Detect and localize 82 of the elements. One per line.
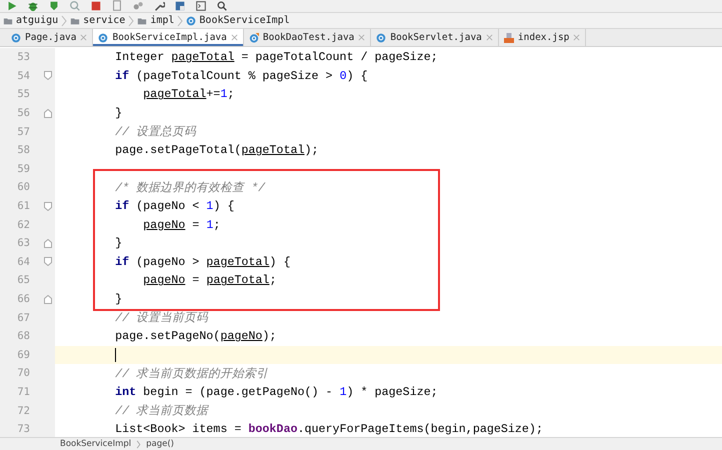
wrench-icon[interactable] bbox=[153, 0, 165, 12]
folder-icon bbox=[137, 16, 148, 26]
code-line: } bbox=[114, 292, 122, 306]
chevron-icon bbox=[177, 14, 184, 26]
line-number: 61 bbox=[16, 200, 30, 212]
file-tab[interactable]: BookServlet.java bbox=[371, 29, 499, 46]
code-line: int begin = (page.getPageNo() - 1) * pageSize; bbox=[114, 384, 438, 399]
file-tab[interactable]: index.jsp bbox=[498, 29, 586, 46]
line-number: 59 bbox=[16, 162, 30, 175]
search-icon[interactable] bbox=[216, 0, 228, 12]
code-line: // 求当前页数据 bbox=[114, 403, 208, 418]
code-line: } bbox=[114, 236, 122, 250]
breadcrumb-item[interactable]: page() bbox=[146, 439, 174, 449]
breadcrumb-item[interactable]: BookServiceImpl bbox=[183, 15, 293, 26]
file-tab[interactable]: BookDaoTest.java bbox=[244, 29, 372, 46]
line-number: 62 bbox=[16, 218, 30, 231]
fold-marker-icon[interactable] bbox=[44, 257, 52, 266]
code-line: if (pageNo > pageTotal) { bbox=[114, 254, 290, 269]
code-line: pageTotal+=1; bbox=[142, 87, 234, 102]
folder-icon bbox=[3, 16, 13, 26]
close-icon[interactable] bbox=[573, 34, 580, 41]
line-number: 73 bbox=[16, 423, 30, 436]
jsp-file-icon bbox=[504, 32, 514, 42]
code-line: } bbox=[114, 106, 122, 120]
line-number: 54 bbox=[16, 70, 30, 82]
line-number: 57 bbox=[16, 126, 30, 138]
stop-icon[interactable] bbox=[90, 0, 102, 12]
breadcrumb-item[interactable]: atguigu bbox=[0, 15, 62, 26]
breadcrumb-item[interactable]: BookServiceImpl bbox=[60, 439, 132, 449]
close-icon[interactable] bbox=[358, 34, 366, 41]
class-icon bbox=[98, 32, 108, 42]
chevron-icon bbox=[136, 440, 142, 448]
line-number: 69 bbox=[16, 348, 30, 361]
fold-marker-icon[interactable] bbox=[44, 294, 52, 304]
class-icon bbox=[186, 16, 196, 26]
code-line: List<Book> items = bookDao.queryForPageItems(begin,pageSize); bbox=[114, 422, 543, 436]
code-line: Integer pageTotal = pageTotalCount / pageSize; bbox=[114, 50, 438, 64]
code-line: if (pageTotalCount % pageSize > 0) { bbox=[114, 68, 368, 83]
line-number: 64 bbox=[16, 256, 30, 268]
chevron-icon bbox=[61, 14, 68, 26]
close-icon[interactable] bbox=[486, 34, 493, 41]
breadcrumb-item[interactable]: impl bbox=[134, 15, 178, 26]
line-number: 71 bbox=[16, 386, 30, 398]
line-number: 72 bbox=[16, 404, 30, 417]
chevron-icon bbox=[128, 14, 134, 26]
class-icon bbox=[11, 32, 21, 42]
folder-icon bbox=[70, 16, 80, 26]
line-number: 55 bbox=[16, 88, 30, 100]
code-line: pageNo = 1; bbox=[142, 218, 220, 232]
file-tab[interactable]: BookServiceImpl.java bbox=[93, 29, 244, 46]
code-line: if (pageNo < 1) { bbox=[114, 199, 234, 214]
line-number: 68 bbox=[16, 330, 30, 342]
close-icon[interactable] bbox=[230, 34, 238, 41]
class-icon bbox=[248, 32, 259, 42]
code-line: page.setPageTotal(pageTotal); bbox=[114, 143, 319, 158]
line-number: 67 bbox=[16, 312, 30, 324]
line-number: 53 bbox=[16, 51, 30, 64]
fold-marker-icon[interactable] bbox=[44, 238, 52, 248]
grid-icon[interactable] bbox=[174, 0, 186, 12]
code-line: // 设置当前页码 bbox=[114, 310, 208, 326]
terminal-icon[interactable] bbox=[195, 0, 207, 12]
class-icon bbox=[376, 32, 386, 42]
code-line: // 设置总页码 bbox=[114, 124, 196, 140]
line-number: 58 bbox=[16, 144, 30, 156]
line-number: 56 bbox=[16, 107, 30, 120]
fold-marker-icon[interactable] bbox=[44, 202, 52, 211]
bug-icon[interactable] bbox=[27, 0, 39, 12]
fold-marker-icon[interactable] bbox=[44, 108, 52, 118]
code-line: page.setPageNo(pageNo); bbox=[114, 329, 276, 344]
code-line: pageNo = pageTotal; bbox=[142, 273, 276, 288]
line-number: 63 bbox=[16, 237, 30, 250]
close-icon[interactable] bbox=[80, 34, 88, 41]
line-number: 60 bbox=[16, 181, 30, 194]
text-caret bbox=[115, 348, 116, 362]
breadcrumb-item[interactable]: service bbox=[67, 15, 128, 26]
document-icon[interactable] bbox=[111, 0, 123, 12]
line-number: 66 bbox=[16, 293, 30, 306]
fold-marker-icon[interactable] bbox=[44, 71, 52, 80]
code-line: // 求当前页数据的开始索引 bbox=[114, 366, 268, 381]
code-line: /* 数据边界的有效检查 */ bbox=[114, 180, 266, 195]
line-number: 70 bbox=[16, 367, 30, 380]
line-number: 65 bbox=[16, 274, 30, 286]
